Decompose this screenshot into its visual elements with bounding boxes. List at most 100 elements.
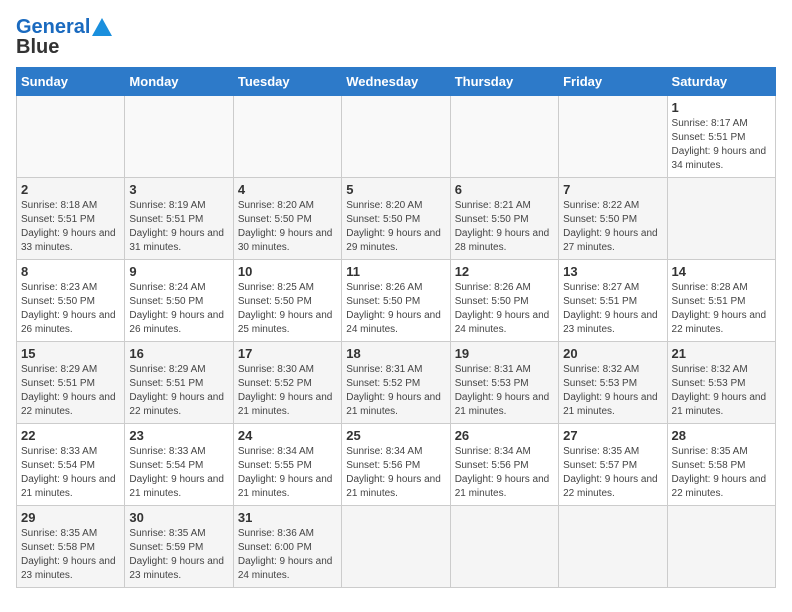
calendar-cell: 2 Sunrise: 8:18 AMSunset: 5:51 PMDayligh… (17, 178, 125, 260)
day-info: Sunrise: 8:33 AMSunset: 5:54 PMDaylight:… (21, 445, 120, 501)
calendar-cell: 31 Sunrise: 8:36 AMSunset: 6:00 PMDaylig… (233, 506, 341, 588)
day-info: Sunrise: 8:24 AMSunset: 5:50 PMDaylight:… (129, 281, 228, 337)
day-info: Sunrise: 8:27 AMSunset: 5:51 PMDaylight:… (563, 281, 662, 337)
day-number: 20 (563, 346, 662, 361)
calendar-week-1: 1 Sunrise: 8:17 AMSunset: 5:51 PMDayligh… (17, 96, 776, 178)
calendar-cell: 27 Sunrise: 8:35 AMSunset: 5:57 PMDaylig… (559, 424, 667, 506)
calendar-week-3: 8 Sunrise: 8:23 AMSunset: 5:50 PMDayligh… (17, 260, 776, 342)
logo: General Blue (16, 16, 112, 59)
logo-icon (92, 18, 112, 36)
day-number: 6 (455, 182, 554, 197)
calendar-cell (342, 96, 450, 178)
day-number: 1 (672, 100, 771, 115)
calendar-cell: 8 Sunrise: 8:23 AMSunset: 5:50 PMDayligh… (17, 260, 125, 342)
day-number: 31 (238, 510, 337, 525)
day-info: Sunrise: 8:29 AMSunset: 5:51 PMDaylight:… (129, 363, 228, 419)
day-info: Sunrise: 8:29 AMSunset: 5:51 PMDaylight:… (21, 363, 120, 419)
day-number: 23 (129, 428, 228, 443)
col-header-sunday: Sunday (17, 68, 125, 96)
calendar-cell: 6 Sunrise: 8:21 AMSunset: 5:50 PMDayligh… (450, 178, 558, 260)
day-number: 28 (672, 428, 771, 443)
calendar-cell: 24 Sunrise: 8:34 AMSunset: 5:55 PMDaylig… (233, 424, 341, 506)
day-number: 24 (238, 428, 337, 443)
calendar-cell: 21 Sunrise: 8:32 AMSunset: 5:53 PMDaylig… (667, 342, 775, 424)
day-info: Sunrise: 8:34 AMSunset: 5:56 PMDaylight:… (455, 445, 554, 501)
day-number: 30 (129, 510, 228, 525)
day-number: 16 (129, 346, 228, 361)
calendar-cell (233, 96, 341, 178)
calendar-cell: 1 Sunrise: 8:17 AMSunset: 5:51 PMDayligh… (667, 96, 775, 178)
calendar-cell: 15 Sunrise: 8:29 AMSunset: 5:51 PMDaylig… (17, 342, 125, 424)
calendar-cell (667, 506, 775, 588)
day-info: Sunrise: 8:31 AMSunset: 5:53 PMDaylight:… (455, 363, 554, 419)
calendar-week-6: 29 Sunrise: 8:35 AMSunset: 5:58 PMDaylig… (17, 506, 776, 588)
day-info: Sunrise: 8:21 AMSunset: 5:50 PMDaylight:… (455, 199, 554, 255)
day-number: 22 (21, 428, 120, 443)
day-info: Sunrise: 8:20 AMSunset: 5:50 PMDaylight:… (238, 199, 337, 255)
day-info: Sunrise: 8:20 AMSunset: 5:50 PMDaylight:… (346, 199, 445, 255)
day-number: 25 (346, 428, 445, 443)
calendar-cell: 9 Sunrise: 8:24 AMSunset: 5:50 PMDayligh… (125, 260, 233, 342)
calendar-cell (559, 506, 667, 588)
calendar-cell (125, 96, 233, 178)
col-header-monday: Monday (125, 68, 233, 96)
calendar-cell: 4 Sunrise: 8:20 AMSunset: 5:50 PMDayligh… (233, 178, 341, 260)
calendar-table: SundayMondayTuesdayWednesdayThursdayFrid… (16, 67, 776, 588)
day-number: 18 (346, 346, 445, 361)
col-header-tuesday: Tuesday (233, 68, 341, 96)
calendar-cell (450, 96, 558, 178)
day-number: 7 (563, 182, 662, 197)
day-info: Sunrise: 8:26 AMSunset: 5:50 PMDaylight:… (455, 281, 554, 337)
calendar-week-2: 2 Sunrise: 8:18 AMSunset: 5:51 PMDayligh… (17, 178, 776, 260)
day-number: 3 (129, 182, 228, 197)
day-number: 15 (21, 346, 120, 361)
col-header-friday: Friday (559, 68, 667, 96)
calendar-cell: 10 Sunrise: 8:25 AMSunset: 5:50 PMDaylig… (233, 260, 341, 342)
day-number: 27 (563, 428, 662, 443)
day-info: Sunrise: 8:28 AMSunset: 5:51 PMDaylight:… (672, 281, 771, 337)
day-info: Sunrise: 8:32 AMSunset: 5:53 PMDaylight:… (563, 363, 662, 419)
calendar-cell: 5 Sunrise: 8:20 AMSunset: 5:50 PMDayligh… (342, 178, 450, 260)
day-number: 17 (238, 346, 337, 361)
day-info: Sunrise: 8:22 AMSunset: 5:50 PMDaylight:… (563, 199, 662, 255)
calendar-cell: 12 Sunrise: 8:26 AMSunset: 5:50 PMDaylig… (450, 260, 558, 342)
day-info: Sunrise: 8:18 AMSunset: 5:51 PMDaylight:… (21, 199, 120, 255)
day-info: Sunrise: 8:25 AMSunset: 5:50 PMDaylight:… (238, 281, 337, 337)
day-number: 5 (346, 182, 445, 197)
day-info: Sunrise: 8:32 AMSunset: 5:53 PMDaylight:… (672, 363, 771, 419)
col-header-thursday: Thursday (450, 68, 558, 96)
calendar-cell (17, 96, 125, 178)
day-info: Sunrise: 8:30 AMSunset: 5:52 PMDaylight:… (238, 363, 337, 419)
calendar-cell: 11 Sunrise: 8:26 AMSunset: 5:50 PMDaylig… (342, 260, 450, 342)
calendar-cell: 16 Sunrise: 8:29 AMSunset: 5:51 PMDaylig… (125, 342, 233, 424)
calendar-header-row: SundayMondayTuesdayWednesdayThursdayFrid… (17, 68, 776, 96)
day-info: Sunrise: 8:34 AMSunset: 5:55 PMDaylight:… (238, 445, 337, 501)
calendar-cell: 3 Sunrise: 8:19 AMSunset: 5:51 PMDayligh… (125, 178, 233, 260)
calendar-cell: 7 Sunrise: 8:22 AMSunset: 5:50 PMDayligh… (559, 178, 667, 260)
calendar-cell: 20 Sunrise: 8:32 AMSunset: 5:53 PMDaylig… (559, 342, 667, 424)
calendar-week-5: 22 Sunrise: 8:33 AMSunset: 5:54 PMDaylig… (17, 424, 776, 506)
calendar-cell: 29 Sunrise: 8:35 AMSunset: 5:58 PMDaylig… (17, 506, 125, 588)
col-header-wednesday: Wednesday (342, 68, 450, 96)
day-number: 2 (21, 182, 120, 197)
day-number: 8 (21, 264, 120, 279)
calendar-cell: 18 Sunrise: 8:31 AMSunset: 5:52 PMDaylig… (342, 342, 450, 424)
day-info: Sunrise: 8:35 AMSunset: 5:58 PMDaylight:… (672, 445, 771, 501)
calendar-cell: 30 Sunrise: 8:35 AMSunset: 5:59 PMDaylig… (125, 506, 233, 588)
day-info: Sunrise: 8:19 AMSunset: 5:51 PMDaylight:… (129, 199, 228, 255)
page-header: General Blue (16, 16, 776, 59)
calendar-cell: 25 Sunrise: 8:34 AMSunset: 5:56 PMDaylig… (342, 424, 450, 506)
calendar-cell (342, 506, 450, 588)
day-info: Sunrise: 8:26 AMSunset: 5:50 PMDaylight:… (346, 281, 445, 337)
day-number: 11 (346, 264, 445, 279)
calendar-cell: 26 Sunrise: 8:34 AMSunset: 5:56 PMDaylig… (450, 424, 558, 506)
calendar-cell: 22 Sunrise: 8:33 AMSunset: 5:54 PMDaylig… (17, 424, 125, 506)
logo-blue-text: Blue (16, 36, 59, 59)
day-info: Sunrise: 8:23 AMSunset: 5:50 PMDaylight:… (21, 281, 120, 337)
calendar-cell: 13 Sunrise: 8:27 AMSunset: 5:51 PMDaylig… (559, 260, 667, 342)
calendar-cell: 28 Sunrise: 8:35 AMSunset: 5:58 PMDaylig… (667, 424, 775, 506)
day-info: Sunrise: 8:35 AMSunset: 5:59 PMDaylight:… (129, 527, 228, 583)
calendar-cell: 23 Sunrise: 8:33 AMSunset: 5:54 PMDaylig… (125, 424, 233, 506)
day-info: Sunrise: 8:33 AMSunset: 5:54 PMDaylight:… (129, 445, 228, 501)
day-info: Sunrise: 8:36 AMSunset: 6:00 PMDaylight:… (238, 527, 337, 583)
